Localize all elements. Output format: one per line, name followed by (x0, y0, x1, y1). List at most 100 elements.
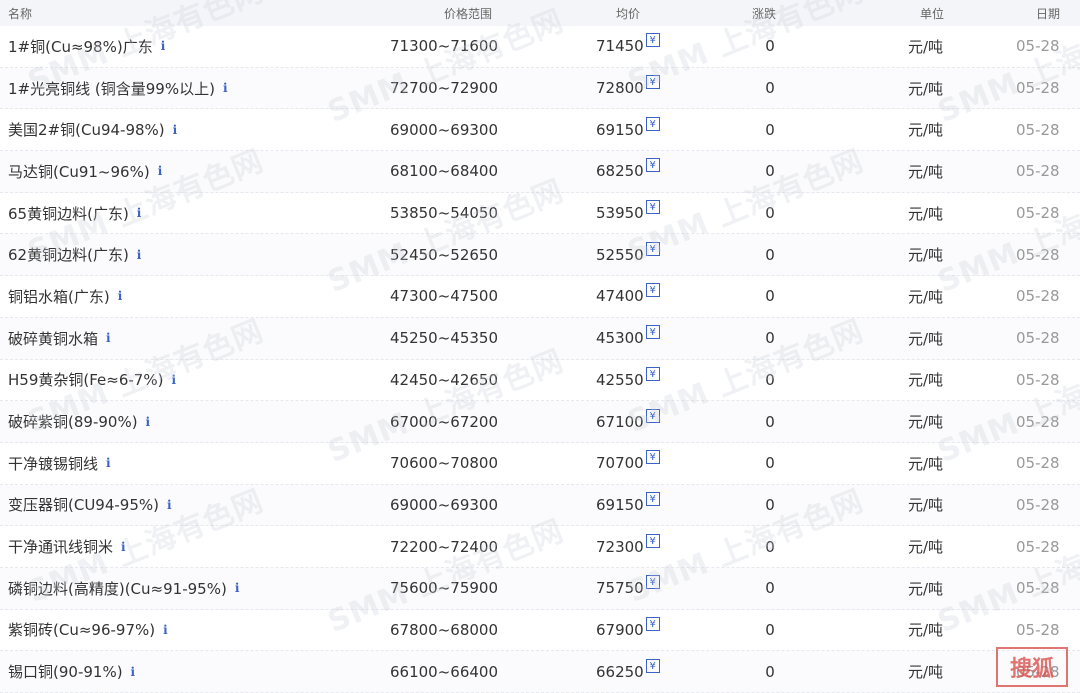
row-name[interactable]: 美国2#铜(Cu94-98%) (8, 119, 165, 140)
table-row[interactable]: 62黄铜边料(广东) i 52450~52650 52550 ¥0 元/吨 05-28 (0, 234, 1080, 277)
row-unit: 元/吨 (908, 496, 944, 515)
row-avg-cell: 69150 ¥ (596, 485, 666, 526)
row-range: 69000~69300 (390, 120, 499, 139)
row-unit: 元/吨 (908, 79, 944, 98)
row-unit: 元/吨 (908, 287, 944, 306)
row-avg: 75750 (596, 579, 644, 598)
row-change: 0 (765, 662, 775, 681)
row-name[interactable]: 1#光亮铜线 (铜含量99%以上) (8, 78, 215, 99)
yen-icon[interactable]: ¥ (645, 533, 660, 548)
info-icon[interactable]: i (137, 207, 142, 219)
yen-icon[interactable]: ¥ (645, 658, 660, 673)
info-icon[interactable]: i (106, 457, 111, 469)
row-avg-cell: 45300 ¥ (596, 318, 666, 359)
table-row[interactable]: 干净通讯线铜米 i 72200~72400 72300 ¥0 元/吨 05-28 (0, 526, 1080, 568)
info-icon[interactable]: i (163, 624, 168, 636)
yen-icon[interactable]: ¥ (645, 491, 660, 506)
info-icon[interactable]: i (223, 82, 228, 94)
table-row[interactable]: 1#铜(Cu≈98%)广东 i 71300~71600 71450 ¥0 元/吨 05-28 (0, 26, 1080, 68)
row-unit: 元/吨 (908, 454, 944, 473)
yen-icon[interactable]: ¥ (645, 158, 660, 173)
yen-icon[interactable]: ¥ (645, 325, 660, 340)
row-name[interactable]: 锡口铜(90-91%) (8, 661, 123, 682)
row-range: 75600~75900 (390, 579, 499, 598)
row-avg: 69150 (596, 120, 644, 139)
table-row[interactable]: 65黄铜边料(广东) i 53850~54050 53950 ¥0 元/吨 05-28 (0, 193, 1080, 235)
row-name[interactable]: 破碎黄铜水箱 (8, 328, 98, 349)
row-name[interactable]: 变压器铜(CU94-95%) (8, 494, 159, 515)
row-avg: 69150 (596, 495, 644, 514)
row-range: 70600~70800 (390, 454, 499, 473)
info-icon[interactable]: i (106, 332, 111, 344)
info-icon[interactable]: i (137, 249, 142, 261)
row-name[interactable]: 紫铜砖(Cu≈96-97%) (8, 619, 155, 640)
yen-icon[interactable]: ¥ (645, 241, 660, 256)
info-icon[interactable]: i (146, 416, 151, 428)
yen-icon[interactable]: ¥ (645, 33, 660, 48)
row-name[interactable]: 干净通讯线铜米 (8, 536, 113, 557)
yen-icon[interactable]: ¥ (645, 366, 660, 381)
row-name-cell: 紫铜砖(Cu≈96-97%) i (8, 610, 168, 651)
row-avg-cell: 70700 ¥ (596, 443, 666, 484)
row-date: 05-28 (1016, 620, 1060, 639)
info-icon[interactable]: i (131, 666, 136, 678)
row-unit: 元/吨 (908, 329, 944, 348)
info-icon[interactable]: i (158, 165, 163, 177)
header-avg: 均价 (616, 6, 641, 21)
row-name-cell: 1#铜(Cu≈98%)广东 i (8, 26, 165, 67)
table-row[interactable]: 破碎紫铜(89-90%) i 67000~67200 67100 ¥0 元/吨 05-28 (0, 401, 1080, 443)
row-name[interactable]: 铜铝水箱(广东) (8, 286, 110, 307)
header-name: 名称 (8, 6, 33, 21)
table-row[interactable]: 1#光亮铜线 (铜含量99%以上) i 72700~72900 72800 ¥0 元/吨 0… (0, 67, 1080, 110)
table-row[interactable]: 干净镀锡铜线 i 70600~70800 70700 ¥0 元/吨 05-28 (0, 443, 1080, 485)
table-row[interactable]: 紫铜砖(Cu≈96-97%) i 67800~68000 67900 ¥0 元/吨 05-2… (0, 610, 1080, 652)
yen-icon[interactable]: ¥ (645, 116, 660, 131)
row-name[interactable]: 马达铜(Cu91~96%) (8, 161, 150, 182)
info-icon[interactable]: i (173, 124, 178, 136)
yen-icon[interactable]: ¥ (645, 450, 660, 465)
yen-icon[interactable]: ¥ (645, 283, 660, 298)
row-avg: 71450 (596, 37, 644, 56)
row-name[interactable]: 65黄铜边料(广东) (8, 203, 129, 224)
table-row[interactable]: 铜铝水箱(广东) i 47300~47500 47400 ¥0 元/吨 05-28 (0, 276, 1080, 318)
info-icon[interactable]: i (161, 40, 166, 52)
row-avg-cell: 75750 ¥ (596, 568, 666, 609)
row-unit: 元/吨 (908, 579, 944, 598)
table-row[interactable]: 破碎黄铜水箱 i 45250~45350 45300 ¥0 元/吨 05-28 (0, 317, 1080, 360)
table-header: 名称 价格范围 均价 涨跌 单位 日期 (0, 0, 1080, 26)
table-row[interactable]: 马达铜(Cu91~96%) i 68100~68400 68250 ¥0 元/吨 05-28 (0, 151, 1080, 193)
row-change: 0 (765, 245, 775, 264)
table-row[interactable]: 美国2#铜(Cu94-98%) i 69000~69300 69150 ¥0 元/吨 05-… (0, 109, 1080, 152)
row-name[interactable]: 干净镀锡铜线 (8, 453, 98, 474)
table-row[interactable]: H59黄杂铜(Fe≈6-7%) i 42450~42650 42550 ¥0 元/吨 05-… (0, 360, 1080, 402)
yen-icon[interactable]: ¥ (645, 75, 660, 90)
yen-icon[interactable]: ¥ (645, 616, 660, 631)
row-avg-cell: 53950 ¥ (596, 193, 666, 234)
table-row[interactable]: 锡口铜(90-91%) i 66100~66400 66250 ¥0 元/吨 05-28 (0, 651, 1080, 693)
info-icon[interactable]: i (118, 290, 123, 302)
row-change: 0 (765, 620, 775, 639)
yen-icon[interactable]: ¥ (645, 575, 660, 590)
info-icon[interactable]: i (235, 582, 240, 594)
info-icon[interactable]: i (171, 374, 176, 386)
row-avg-cell: 69150 ¥ (596, 109, 666, 150)
row-name[interactable]: 破碎紫铜(89-90%) (8, 411, 138, 432)
row-unit: 元/吨 (908, 621, 944, 640)
info-icon[interactable]: i (167, 499, 172, 511)
row-name[interactable]: 1#铜(Cu≈98%)广东 (8, 36, 153, 57)
row-name-cell: 62黄铜边料(广东) i (8, 234, 141, 275)
row-name-cell: 锡口铜(90-91%) i (8, 651, 135, 692)
row-name[interactable]: 磷铜边料(高精度)(Cu≈91-95%) (8, 578, 227, 599)
row-avg-cell: 72300 ¥ (596, 526, 666, 567)
yen-icon[interactable]: ¥ (645, 408, 660, 423)
row-range: 52450~52650 (390, 245, 499, 264)
table-row[interactable]: 变压器铜(CU94-95%) i 69000~69300 69150 ¥0 元/吨 05-2… (0, 484, 1080, 527)
row-name[interactable]: H59黄杂铜(Fe≈6-7%) (8, 369, 163, 390)
yen-icon[interactable]: ¥ (645, 200, 660, 215)
row-avg: 66250 (596, 662, 644, 681)
row-name-cell: 65黄铜边料(广东) i (8, 193, 141, 234)
row-name[interactable]: 62黄铜边料(广东) (8, 244, 129, 265)
info-icon[interactable]: i (121, 541, 126, 553)
table-row[interactable]: 磷铜边料(高精度)(Cu≈91-95%) i 75600~75900 75750 ¥0 元… (0, 567, 1080, 610)
row-avg-cell: 66250 ¥ (596, 651, 666, 692)
